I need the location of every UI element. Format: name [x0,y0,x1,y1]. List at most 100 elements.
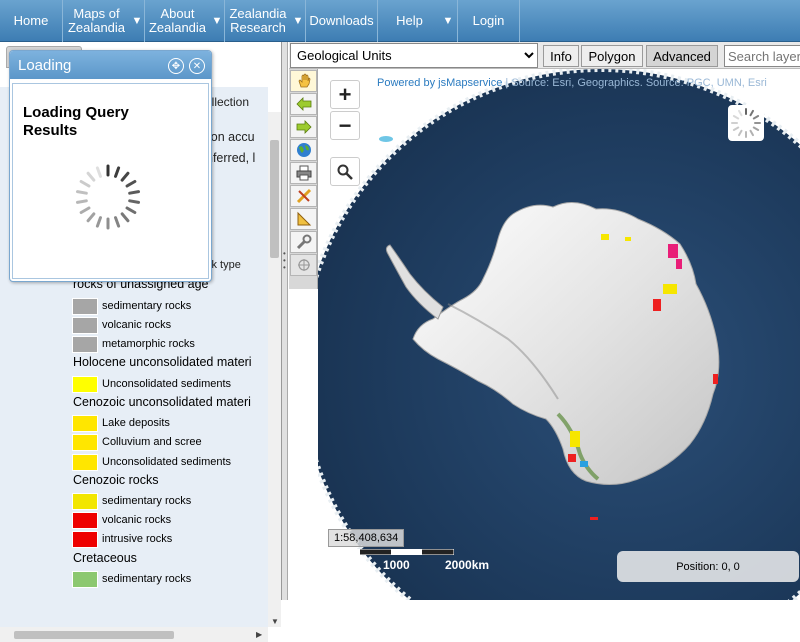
nav-about-label-line1: About [160,6,195,21]
nav-maps-of-zealandia[interactable]: Maps of Zealandia ▼ [63,0,145,42]
scrollbar-thumb[interactable] [14,631,174,639]
legend-item: sedimentary rocks [72,570,191,588]
legend-item-label: Colluvium and scree [102,436,202,448]
polygon-button[interactable]: Polygon [581,45,643,67]
loading-spinner-icon [731,108,761,138]
legend-heading: Cenozoic unconsolidated materi [73,395,251,409]
chevron-down-icon[interactable]: ▼ [130,0,144,42]
legend-item: Colluvium and scree [72,433,202,451]
scroll-right-icon[interactable]: ▶ [256,630,262,639]
legend-item: intrusive rocks [72,530,172,548]
layer-select[interactable]: Geological Units [290,43,538,68]
legend-item: Lake deposits [72,414,170,432]
loading-spinner-icon [75,164,141,230]
legend-item: Unconsolidated sediments [72,375,231,393]
legend-swatch [72,414,98,432]
legend-item: sedimentary rocks [72,492,191,510]
nav-login-label: Login [472,13,505,28]
nav-zealandia-research[interactable]: Zealandia Research ▼ [225,0,306,42]
attribution-link[interactable]: Powered by jsMapservice [377,77,502,89]
legend-swatch [72,511,98,529]
close-icon[interactable]: ✕ [189,58,205,74]
legend-item-label: Unconsolidated sediments [102,378,232,390]
legend-item-label: sedimentary rocks [102,495,192,507]
scale-ratio: 1:58,408,634 [328,529,405,547]
nav-login[interactable]: Login [458,0,520,42]
legend-item-label: Lake deposits [102,417,170,429]
legend-item: volcanic rocks [72,316,171,334]
map-tools [289,69,318,289]
scale-label: 0 [331,558,338,572]
nav-help[interactable]: Help ▼ [378,0,458,42]
print-icon[interactable] [290,162,317,184]
nav-maps-label-line1: Maps of [73,6,120,21]
legend-item-label: volcanic rocks [102,514,172,526]
nav-about-zealandia[interactable]: About Zealandia ▼ [145,0,225,42]
legend-swatch [72,453,98,471]
pan-hand-icon[interactable] [290,70,317,92]
legend-item: metamorphic rocks [72,335,195,353]
legend-item-label: volcanic rocks [102,319,172,331]
legend-item-label: sedimentary rocks [102,573,192,585]
zoom-out-button[interactable]: − [330,111,360,140]
nav-downloads[interactable]: Downloads [306,0,378,42]
wrench-icon[interactable] [290,231,317,253]
nav-about-label-line2: Zealandia [148,20,207,35]
nav-downloads-label: Downloads [309,13,374,28]
splitter-grip-icon[interactable]: • • • [283,250,286,272]
crosshair-icon[interactable] [290,254,317,276]
legend-swatch [72,530,98,548]
loading-message: Loading Query Results [23,104,129,139]
legend-partial-text: ion accu [208,130,255,144]
legend-horizontal-scrollbar[interactable]: ▶ [0,627,268,642]
search-icon [337,164,353,180]
measure-ruler-icon[interactable] [290,185,317,207]
nav-home[interactable]: Home [0,0,63,42]
legend-swatch [72,433,98,451]
map-attribution: Powered by jsMapservice | Source: Esri, … [377,77,767,89]
legend-item-label: Unconsolidated sediments [102,456,232,468]
legend-vertical-scrollbar[interactable]: ▼ [268,112,281,627]
move-icon[interactable]: ✥ [168,58,184,74]
chevron-down-icon[interactable]: ▼ [210,0,224,42]
chevron-down-icon[interactable]: ▼ [441,0,455,42]
legend-item-label: sedimentary rocks [102,300,192,312]
chevron-down-icon[interactable]: ▼ [291,0,305,42]
scale-bar [329,549,454,555]
nav-home-label: Home [13,13,49,28]
legend-item-label: metamorphic rocks [102,338,195,350]
map-toolbar: Geological Units Info Polygon Advanced [289,42,800,69]
attribution-source: | Source: Esri, Geographics. Source: PGC… [502,77,767,89]
cursor-position: Position: 0, 0 [617,551,799,582]
scrollbar-thumb[interactable] [270,140,279,258]
search-layers-input[interactable] [724,45,800,67]
antarctica-map-image [318,69,800,600]
map-view[interactable]: Powered by jsMapservice | Source: Esri, … [318,69,800,600]
legend-item: sedimentary rocks [72,297,191,315]
panel-splitter[interactable]: • • • [282,42,288,600]
scroll-down-icon[interactable]: ▼ [271,617,279,626]
map-loading-indicator [728,105,764,141]
legend-swatch [72,316,98,334]
forward-arrow-icon[interactable] [290,116,317,138]
nav-maps-label-line2: Zealandia [67,20,126,35]
info-button[interactable]: Info [543,45,579,67]
zoom-in-button[interactable]: + [330,80,360,109]
legend-heading: Cretaceous [73,551,137,565]
nav-help-label: Help [396,13,423,28]
legend-swatch [72,335,98,353]
search-button[interactable] [330,157,360,186]
nav-research-label-line1: Zealandia [229,6,287,21]
loading-dialog: Loading ✥ ✕ Loading Query Results [9,50,212,282]
back-arrow-icon[interactable] [290,93,317,115]
globe-icon[interactable] [290,139,317,161]
legend-swatch [72,297,98,315]
legend-swatch [72,492,98,510]
legend-swatch [72,570,98,588]
measure-area-icon[interactable] [290,208,317,230]
scale-label: 1000 [383,558,410,572]
legend-heading: Cenozoic rocks [73,473,159,487]
scale-label: 2000km [445,558,490,572]
advanced-button[interactable]: Advanced [646,45,718,67]
legend-partial-text: nferred, l [206,151,256,165]
